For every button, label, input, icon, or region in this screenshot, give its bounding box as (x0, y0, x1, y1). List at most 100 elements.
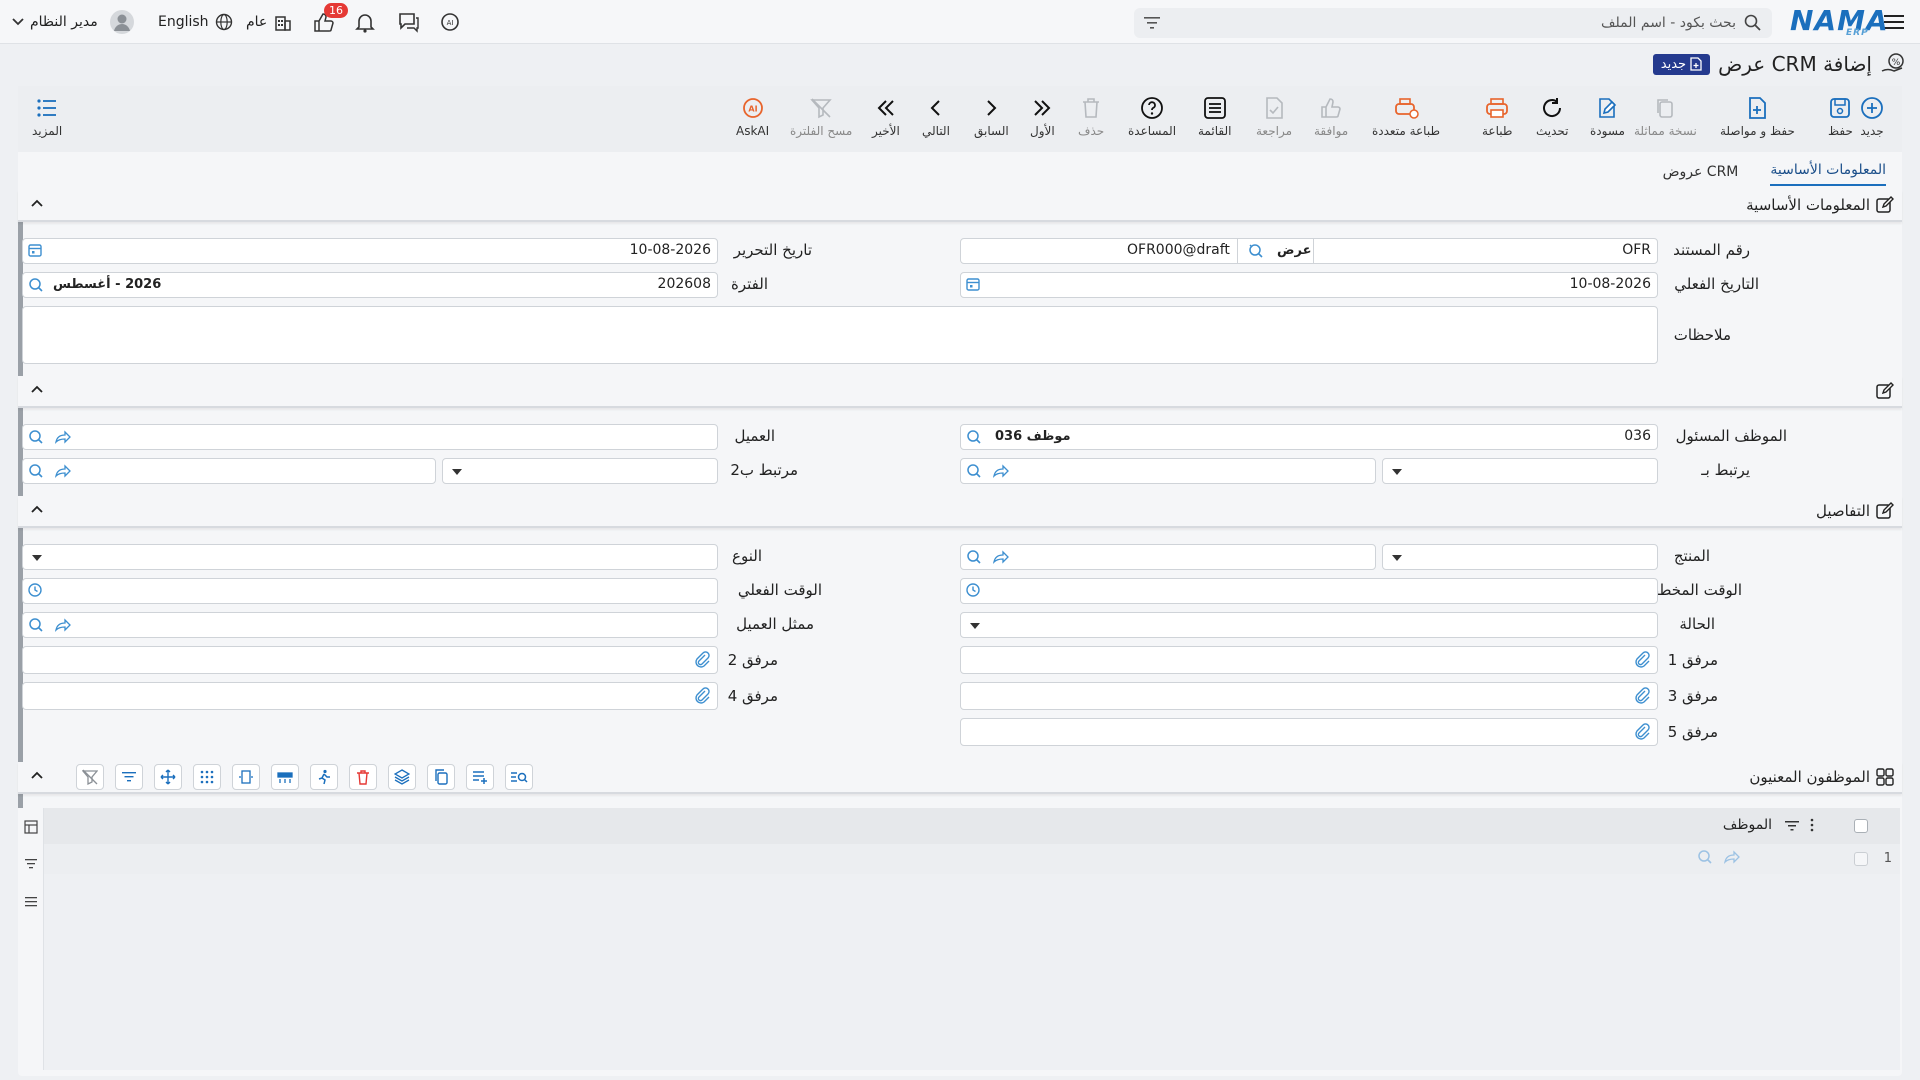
grid-group-button[interactable] (271, 764, 299, 790)
grid-search-button[interactable] (505, 764, 533, 790)
next-button[interactable]: التالي (922, 96, 950, 138)
save-continue-button[interactable]: حفظ و مواصلة (1720, 96, 1795, 138)
list-button[interactable]: القائمة (1198, 96, 1231, 138)
language-switch[interactable]: English (158, 0, 233, 44)
section-basic-header[interactable]: المعلومات الأساسية (18, 190, 1902, 222)
approve-button[interactable]: موافقة (1314, 96, 1348, 138)
duplicate-button[interactable]: نسخة مماثلة (1634, 96, 1697, 138)
edit-date-field[interactable]: 10-08-2026 (22, 238, 718, 264)
attachment5-field[interactable] (960, 718, 1658, 746)
attachment1-field[interactable] (960, 646, 1658, 674)
delete-button[interactable]: حذف (1078, 96, 1104, 138)
filter-icon[interactable] (24, 858, 38, 874)
user-menu[interactable]: مدير النظام (12, 0, 134, 44)
search-icon[interactable] (965, 548, 983, 570)
calendar-icon[interactable] (27, 242, 43, 262)
section-details-header[interactable]: التفاصيل (18, 496, 1902, 528)
search-icon[interactable] (965, 428, 983, 450)
row-checkbox[interactable] (1854, 852, 1868, 866)
clock-icon[interactable] (27, 582, 43, 602)
messages-icon[interactable] (397, 0, 421, 44)
notes-textarea[interactable] (22, 306, 1658, 364)
grid-layers-button[interactable] (388, 764, 416, 790)
chevron-up-icon[interactable] (30, 382, 44, 400)
grid-filter-button[interactable] (115, 764, 143, 790)
search-icon[interactable] (27, 616, 45, 638)
select-all-checkbox[interactable] (1854, 819, 1868, 833)
product-type-select[interactable] (1382, 544, 1658, 570)
save-button[interactable]: حفظ (1828, 96, 1853, 138)
grid-delete-button[interactable] (349, 764, 377, 790)
previous-button[interactable]: السابق (974, 96, 1009, 138)
status-select[interactable] (960, 612, 1658, 638)
table-icon[interactable] (24, 820, 38, 838)
actual-time-field[interactable] (22, 578, 718, 604)
filter-icon[interactable] (1144, 16, 1160, 30)
table-row[interactable]: 1 (44, 844, 1900, 874)
grid-clear-filter-button[interactable] (76, 764, 104, 790)
help-button[interactable]: المساعدة (1128, 96, 1176, 138)
search-icon[interactable] (1696, 848, 1714, 870)
menu-icon[interactable] (24, 896, 38, 912)
refresh-button[interactable]: تحديث (1536, 96, 1569, 138)
chevron-up-icon[interactable] (30, 502, 44, 520)
attachment2-field[interactable] (22, 646, 718, 674)
product-value-field[interactable] (960, 544, 1376, 570)
tab-crm-offers[interactable]: CRM عروض (1663, 164, 1739, 186)
askai-button[interactable]: AI AskAI (736, 96, 769, 138)
search-input[interactable] (1160, 15, 1744, 31)
ai-assistant-icon[interactable]: AI (438, 0, 462, 44)
chevron-up-icon[interactable] (30, 768, 44, 786)
print-button[interactable]: طباعة (1482, 96, 1512, 138)
share-icon[interactable] (991, 548, 1009, 570)
attachment4-field[interactable] (22, 682, 718, 710)
multi-print-button[interactable]: طباعة متعددة (1372, 96, 1440, 138)
draft-button[interactable]: مسودة (1590, 96, 1625, 138)
paperclip-icon[interactable] (693, 650, 711, 672)
paperclip-icon[interactable] (1633, 650, 1651, 672)
paperclip-icon[interactable] (1633, 722, 1651, 744)
related-value-field[interactable] (960, 458, 1376, 484)
attachment3-field[interactable] (960, 682, 1658, 710)
column-menu-icon[interactable] (1810, 818, 1814, 836)
chevron-up-icon[interactable] (30, 196, 44, 214)
share-icon[interactable] (53, 462, 71, 484)
grid-fit-columns-button[interactable] (232, 764, 260, 790)
share-icon[interactable] (1722, 848, 1740, 870)
tab-basic-info[interactable]: المعلومات الأساسية (1770, 162, 1886, 186)
column-filter-icon[interactable] (1784, 820, 1800, 836)
search-icon[interactable] (1247, 242, 1265, 264)
related2-type-select[interactable] (442, 458, 718, 484)
share-icon[interactable] (53, 428, 71, 450)
grid-apps-button[interactable] (193, 764, 221, 790)
last-button[interactable]: الأخير (872, 96, 900, 138)
new-button[interactable]: جديد (1860, 96, 1884, 138)
search-icon[interactable] (27, 428, 45, 450)
search-icon[interactable] (27, 276, 45, 298)
clear-filter-button[interactable]: مسح الفلترة (790, 96, 852, 138)
responsible-field[interactable]: 036 موظف 036 (960, 424, 1658, 450)
section-employees-header[interactable]: الموظفون المعنيون (18, 762, 1902, 794)
app-logo[interactable]: NAMA ERP (1790, 4, 1889, 38)
grid-copy-button[interactable] (427, 764, 455, 790)
related-type-select[interactable] (1382, 458, 1658, 484)
customer-rep-field[interactable] (22, 612, 718, 638)
search-icon[interactable] (27, 462, 45, 484)
clock-icon[interactable] (965, 582, 981, 602)
grid-add-row-button[interactable] (466, 764, 494, 790)
share-icon[interactable] (991, 462, 1009, 484)
doc-no-field[interactable]: OFR عرض OFR000@draft (960, 238, 1658, 264)
calendar-icon[interactable] (965, 276, 981, 296)
approvals-icon[interactable]: 16 (312, 0, 348, 44)
customer-field[interactable] (22, 424, 718, 450)
scope-selector[interactable]: عام (246, 0, 293, 44)
column-employee-header[interactable]: الموظف (1723, 817, 1772, 833)
period-field[interactable]: 202608 2026 - أغسطس (22, 272, 718, 298)
type-select[interactable] (22, 544, 718, 570)
actual-date-field[interactable]: 10-08-2026 (960, 272, 1658, 298)
paperclip-icon[interactable] (1633, 686, 1651, 708)
grid-move-button[interactable] (154, 764, 182, 790)
first-button[interactable]: الأول (1030, 96, 1055, 138)
section-assignment-header[interactable] (18, 376, 1902, 408)
search-icon[interactable] (965, 462, 983, 484)
